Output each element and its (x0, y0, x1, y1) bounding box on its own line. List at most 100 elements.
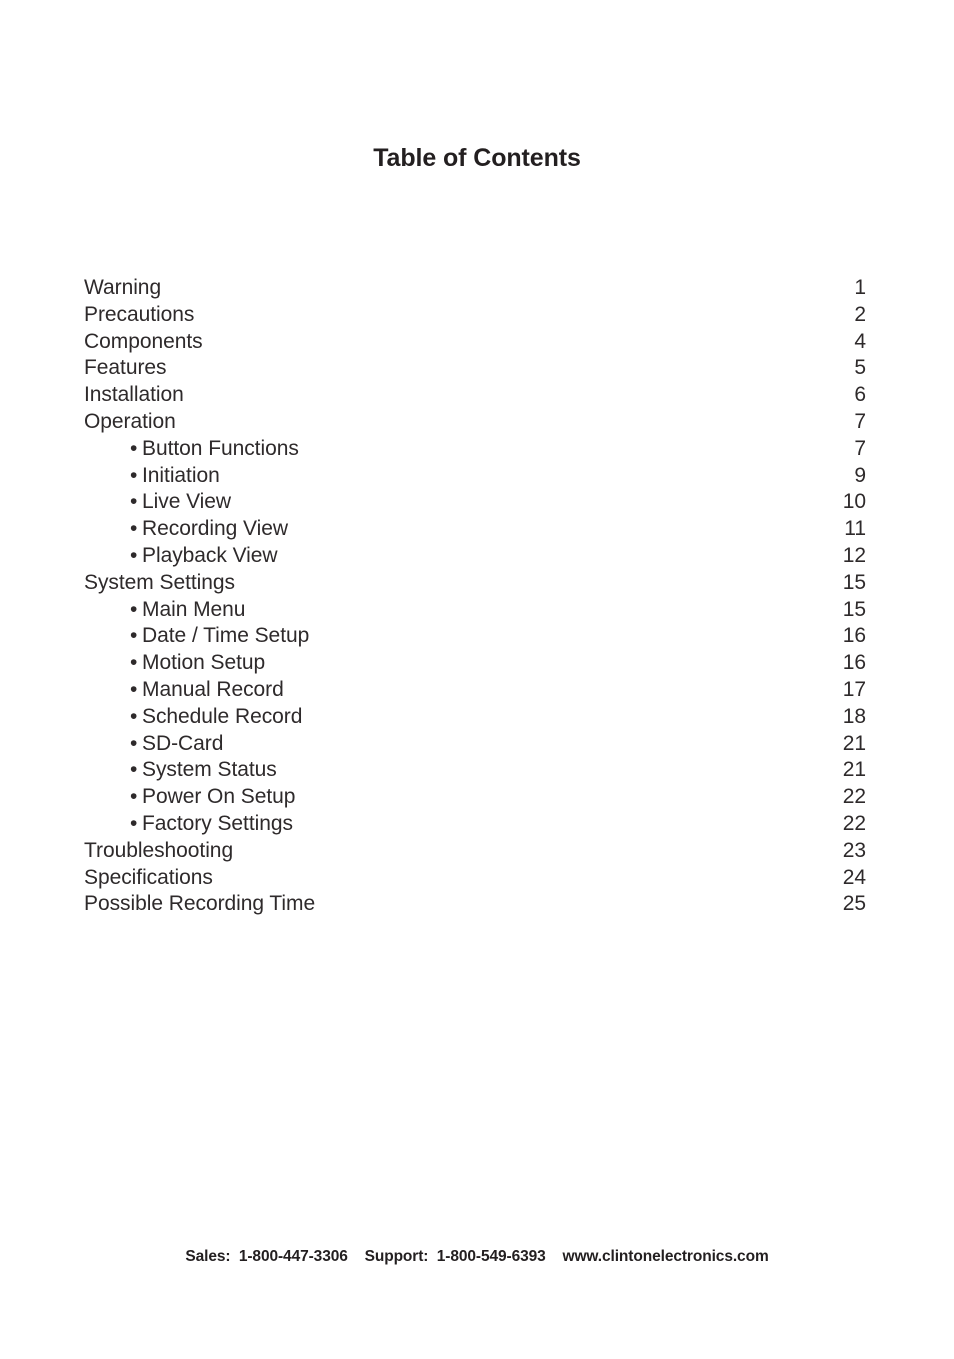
toc-entry[interactable]: Warning 1 (84, 276, 866, 303)
toc-entry-text: System Status (142, 758, 277, 782)
bullet-icon: • (130, 436, 138, 460)
toc-entry-page-number: 6 (854, 383, 866, 407)
toc-entry-page-number: 9 (854, 463, 866, 487)
bullet-icon: • (130, 785, 138, 809)
toc-entry-page-number: 4 (854, 329, 866, 353)
toc-entry[interactable]: • Date / Time Setup 16 (84, 624, 866, 651)
toc-entry[interactable]: Features 5 (84, 356, 866, 383)
toc-entry-label: • Playback View (84, 544, 278, 568)
bullet-icon: • (130, 651, 138, 675)
bullet-icon: • (130, 758, 138, 782)
toc-entry[interactable]: • Manual Record 17 (84, 678, 866, 705)
toc-entry-label: Warning (84, 276, 162, 299)
toc-entry-text: Power On Setup (142, 785, 296, 809)
toc-entry-label: • System Status (84, 758, 277, 782)
toc-entry-label: Components (84, 329, 203, 353)
toc-entry-label: Troubleshooting (84, 838, 234, 862)
toc-entry[interactable]: • Button Functions 7 (84, 437, 866, 464)
toc-entry[interactable]: Possible Recording Time 25 (84, 892, 866, 919)
toc-entry-label: • Recording View (84, 517, 288, 541)
toc-entry-page-number: 22 (842, 811, 866, 835)
toc-entry-text: SD-Card (142, 731, 224, 755)
toc-entry[interactable]: • Motion Setup 16 (84, 651, 866, 678)
toc-entry-text: Motion Setup (142, 651, 266, 675)
toc-entry-label: Installation (84, 383, 184, 407)
toc-entry-page-number: 21 (842, 731, 866, 755)
bullet-icon: • (130, 543, 138, 567)
toc-entry-label: • SD-Card (84, 732, 223, 756)
toc-entry-page-number: 2 (854, 302, 866, 326)
bullet-icon: • (130, 597, 138, 621)
bullet-icon: • (130, 463, 138, 487)
toc-entry-page-number: 10 (842, 490, 866, 514)
toc-entry-page-number: 7 (854, 436, 866, 460)
toc-entry-label: • Button Functions (84, 437, 299, 461)
table-of-contents-list: Warning 1 Precautions 2 Components 4 Features 5… (84, 276, 866, 919)
bullet-icon: • (130, 677, 138, 701)
toc-entry-label: • Live View (84, 490, 231, 514)
toc-entry-label: Features (84, 356, 167, 380)
toc-entry-page-number: 1 (854, 276, 866, 299)
toc-entry[interactable]: • Initiation 9 (84, 464, 866, 491)
toc-entry[interactable]: • System Status 21 (84, 758, 866, 785)
toc-entry[interactable]: • Live View 10 (84, 490, 866, 517)
toc-entry-text: Factory Settings (142, 811, 293, 835)
toc-entry[interactable]: • Recording View 11 (84, 517, 866, 544)
bullet-icon: • (130, 517, 138, 541)
toc-entry-text: Schedule Record (142, 704, 303, 728)
toc-entry-label: Operation (84, 409, 176, 433)
toc-entry-label: Precautions (84, 302, 195, 326)
toc-entry-page-number: 15 (842, 570, 866, 594)
toc-entry-page-number: 11 (844, 517, 866, 541)
toc-entry-label: • Main Menu (84, 598, 245, 622)
toc-entry-page-number: 5 (854, 356, 866, 380)
toc-entry[interactable]: Specifications 24 (84, 866, 866, 893)
toc-entry-text: Recording View (142, 517, 288, 541)
toc-entry-page-number: 17 (842, 677, 866, 701)
toc-entry[interactable]: • Playback View 12 (84, 544, 866, 571)
document-page: Table of Contents Warning 1 Precautions 2 Co… (0, 0, 954, 1359)
toc-entry-text: Initiation (142, 463, 220, 487)
toc-entry[interactable]: • Factory Settings 22 (84, 812, 866, 839)
toc-entry-label: • Power On Setup (84, 785, 295, 809)
toc-entry-page-number: 7 (854, 409, 866, 433)
toc-entry[interactable]: Installation 6 (84, 383, 866, 410)
toc-entry[interactable]: • SD-Card 21 (84, 732, 866, 759)
toc-entry-page-number: 18 (842, 704, 866, 728)
toc-entry-text: Live View (142, 490, 232, 514)
toc-entry-page-number: 12 (842, 543, 866, 567)
toc-entry-text: Playback View (142, 543, 278, 567)
toc-entry-page-number: 24 (842, 865, 866, 889)
toc-entry-text: Manual Record (142, 677, 284, 701)
toc-entry-label: • Manual Record (84, 678, 284, 702)
toc-entry-page-number: 25 (842, 892, 866, 916)
toc-entry-label: • Date / Time Setup (84, 624, 309, 648)
footer-contact-info: Sales: 1-800-447-3306 Support: 1-800-549… (185, 1248, 769, 1265)
toc-entry-page-number: 21 (842, 758, 866, 782)
page-title: Table of Contents (373, 144, 581, 172)
toc-entry-label: • Factory Settings (84, 812, 293, 836)
toc-entry[interactable]: • Schedule Record 18 (84, 705, 866, 732)
toc-entry[interactable]: Troubleshooting 23 (84, 839, 866, 866)
toc-entry-page-number: 16 (842, 651, 866, 675)
bullet-icon: • (130, 811, 138, 835)
toc-entry[interactable]: • Power On Setup 22 (84, 785, 866, 812)
toc-entry[interactable]: • Main Menu 15 (84, 598, 866, 625)
toc-entry[interactable]: Components 4 (84, 330, 866, 357)
toc-entry-page-number: 15 (842, 597, 866, 621)
toc-entry-label: Possible Recording Time (84, 892, 316, 916)
toc-entry[interactable]: Precautions 2 (84, 303, 866, 330)
toc-entry[interactable]: System Settings 15 (84, 571, 866, 598)
toc-entry-label: Specifications (84, 865, 213, 889)
toc-entry[interactable]: Operation 7 (84, 410, 866, 437)
toc-entry-text: Main Menu (142, 597, 246, 621)
bullet-icon: • (130, 490, 138, 514)
toc-entry-text: Button Functions (142, 436, 299, 460)
toc-entry-label: System Settings (84, 570, 235, 594)
toc-entry-label: • Initiation (84, 464, 220, 488)
toc-entry-label: • Motion Setup (84, 651, 265, 675)
toc-entry-page-number: 23 (842, 838, 866, 862)
toc-entry-text: Date / Time Setup (142, 624, 310, 648)
bullet-icon: • (130, 704, 138, 728)
toc-entry-label: • Schedule Record (84, 705, 302, 729)
